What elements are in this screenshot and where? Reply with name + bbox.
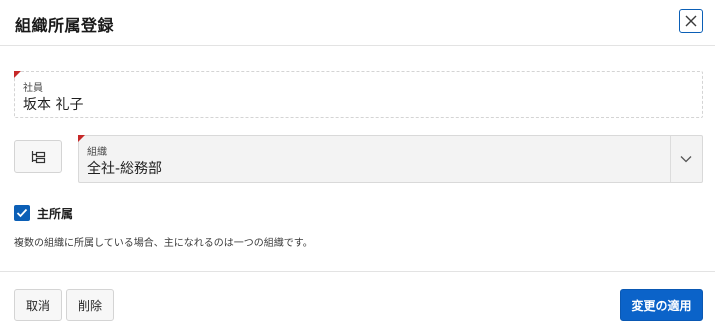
required-marker [78, 135, 85, 142]
primary-affiliation-label[interactable]: 主所属 [37, 205, 73, 222]
close-icon [685, 15, 697, 27]
primary-affiliation-help: 複数の組織に所属している場合、主になれるのは一つの組織です。 [14, 238, 313, 249]
employee-field-label: 社員 [23, 83, 43, 94]
org-affiliation-dialog: 組織所属登録 社員 坂本 礼子 組織 全社-総務部 主所属 複数の組織に所属して… [0, 0, 715, 333]
org-field-label: 組織 [87, 147, 107, 158]
cancel-button[interactable]: 取消 [14, 289, 62, 321]
dropdown-divider [670, 136, 671, 182]
required-marker [14, 71, 21, 78]
org-field-value: 全社-総務部 [87, 161, 163, 177]
employee-field-value: 坂本 礼子 [23, 97, 84, 113]
apply-changes-button[interactable]: 変更の適用 [620, 289, 703, 321]
delete-button[interactable]: 削除 [66, 289, 114, 321]
dialog-title: 組織所属登録 [15, 16, 115, 35]
footer-divider [0, 271, 715, 272]
chevron-down-icon [680, 156, 692, 163]
hierarchy-icon [31, 150, 46, 163]
primary-affiliation-checkbox[interactable] [14, 205, 30, 221]
org-select-field[interactable]: 組織 全社-総務部 [78, 135, 703, 183]
close-button[interactable] [679, 9, 703, 33]
org-dropdown-toggle[interactable] [676, 151, 696, 167]
employee-field[interactable]: 社員 坂本 礼子 [14, 71, 703, 118]
dialog-header: 組織所属登録 [0, 0, 715, 46]
checkmark-icon [16, 208, 28, 218]
org-tree-button[interactable] [14, 140, 62, 173]
